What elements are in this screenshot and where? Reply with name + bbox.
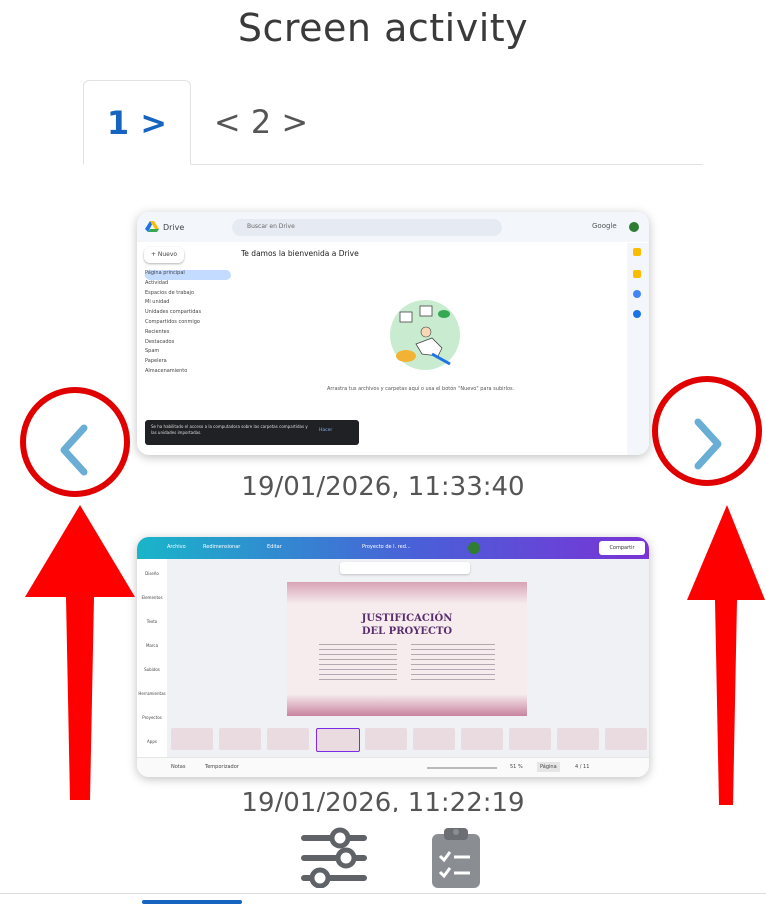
slide-thumbnail [461,728,503,750]
slide-text-col-right [411,644,495,684]
page-title: Screen activity [237,6,529,50]
slide-title: JUSTIFICACIÓN DEL PROYECTO [287,612,527,638]
slide-bottom-wash [287,694,527,716]
canva-share-button: Compartir [599,541,645,555]
drive-sidebar-item: Compartidos conmigo [145,318,200,325]
drive-empty-caption: Arrastra tus archivos y carpetas aquí o … [327,386,515,392]
slide-thumbnail [219,728,261,750]
drive-sidebar-item: Papelera [145,358,167,365]
drive-sidebar-item: Actividad [145,279,169,286]
clipboard-icon[interactable] [430,824,482,890]
annotation-arrow-left [25,505,135,800]
slide-thumbnail [365,728,407,750]
slide-thumbnail [267,728,309,750]
canva-menu-item: Editar [267,544,282,550]
slide-thumbnail [171,728,213,750]
illustration-figure-icon [396,305,451,366]
canva-zoom-value: 51 % [510,764,523,770]
screenshot-thumbnail-2[interactable]: Archivo Redimensionar Editar Proyecto de… [137,537,649,777]
canva-menu-item: Archivo [167,544,186,550]
canva-sidebar-item: Diseño [145,571,159,576]
drive-logo-icon [145,221,159,232]
canva-sidebar-item: Proyectos [142,715,162,720]
canva-menu-item: Redimensionar [203,544,241,550]
keep-icon [633,248,641,256]
slide-text-col-left [319,644,397,684]
slide-thumbnail [316,728,360,752]
slide-thumbnail [509,728,551,750]
canva-sidebar-item: Subidos [144,667,160,672]
tab-2[interactable]: < 2 > [191,80,331,164]
tasks-icon [633,270,641,278]
bottom-nav-divider [0,893,766,894]
contacts-icon [633,310,641,318]
canva-sidebar-item: Herramientas [138,691,166,696]
calendar-icon [633,290,641,298]
drive-toast-action: Hacer [319,428,333,433]
canva-sidebar-item: Texto [146,619,158,624]
sliders-icon[interactable] [300,826,368,888]
slide-top-wash [287,582,527,604]
canva-doc-name: Proyecto de l. red... [362,544,411,550]
zoom-slider [427,767,497,769]
drive-sidebar-item: Recientes [145,328,170,335]
drive-sidebar-item: Mi unidad [145,299,170,306]
canva-left-panel: Diseño Elementos Texto Marca Subidos Her… [137,559,168,777]
drive-search-placeholder: Buscar en Drive [247,223,295,230]
drive-toast-text: Se ha habilitado el acceso a la computad… [151,424,308,435]
drive-sidebar-item: Unidades compartidas [145,309,202,316]
canva-notes-label: Notas [171,764,186,770]
canva-sidebar-item: Apps [147,739,157,744]
drive-app-name: Drive [163,223,185,232]
slide-title-line-2: DEL PROYECTO [361,626,453,637]
drive-welcome-heading: Te damos la bienvenida a Drive [241,249,359,258]
tab-1[interactable]: 1 > [83,80,191,165]
canva-sidebar-item: Elementos [141,595,163,600]
slide-thumbnail [413,728,455,750]
annotation-circle-right [652,376,762,486]
canva-pages-button: Página [537,762,560,772]
drive-sidebar-item: Página principal [145,270,231,280]
canva-timer-label: Temporizador [205,764,239,770]
avatar [468,542,480,554]
tab-bar: 1 > < 2 > [83,80,703,165]
canva-page-count: 4 / 11 [575,764,590,770]
annotation-arrow-right [687,505,765,805]
drive-sidebar-item: Spam [145,348,160,355]
canva-bottom-bar: Notas Temporizador 51 % Página 4 / 11 [137,757,649,777]
annotation-circle-left [20,387,130,497]
drive-sidebar-item: Espacios de trabajo [145,289,194,296]
avatar [629,222,639,232]
drive-new-button: + Nuevo [144,247,184,263]
drive-sidebar: Página principal Actividad Espacios de t… [145,270,231,378]
drive-sidebar-item: Destacados [145,338,175,345]
slide-thumbnail [557,728,599,750]
drive-sidebar-item: Almacenamiento [145,367,188,374]
slide-thumbnail [605,728,647,750]
slide-title-line-1: JUSTIFICACIÓN [361,613,453,624]
canva-slide: JUSTIFICACIÓN DEL PROYECTO [287,582,527,716]
screenshot-thumbnail-1[interactable]: Drive Buscar en Drive Google + Nuevo Pág… [137,212,649,455]
bottom-nav-indicator [142,900,242,904]
canva-floating-toolbar [340,562,470,574]
drive-account-label: Google [592,222,617,230]
canva-sidebar-item: Marca [145,643,159,648]
canva-thumbnail-strip [169,725,649,753]
